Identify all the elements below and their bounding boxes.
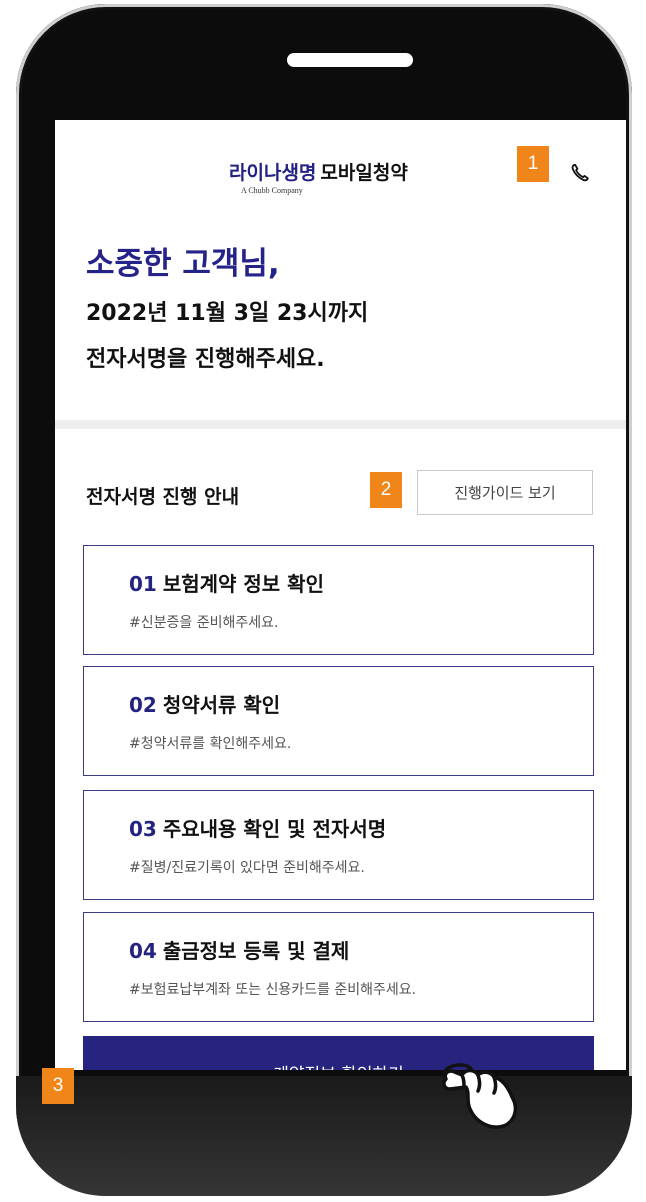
brand-name: 라이나생명 bbox=[229, 162, 317, 184]
step-number: 02 bbox=[129, 693, 157, 717]
step-note: #신분증을 준비해주세요. bbox=[129, 615, 279, 631]
step-label: 주요내용 확인 및 전자서명 bbox=[162, 817, 387, 841]
view-guide-button[interactable]: 진행가이드 보기 bbox=[417, 470, 593, 515]
app-title: 모바일청약 bbox=[320, 162, 408, 184]
greeting-title: 소중한 고객님, bbox=[86, 246, 280, 282]
step-note: #보험료납부계좌 또는 신용카드를 준비해주세요. bbox=[129, 982, 417, 998]
phone-bottom-bezel bbox=[16, 1076, 632, 1196]
greeting-section: 소중한 고객님, 2022년 11월 3일 23시까지 전자서명을 진행해주세요… bbox=[86, 244, 368, 374]
step-label: 보험계약 정보 확인 bbox=[162, 572, 324, 596]
app-logo: 라이나생명 모바일청약 A Chubb Company bbox=[229, 158, 459, 195]
step-label: 청약서류 확인 bbox=[162, 693, 281, 717]
step-card-2: 02 청약서류 확인 #청약서류를 확인해주세요. bbox=[83, 666, 594, 776]
app-screen: 라이나생명 모바일청약 A Chubb Company 소중한 고객님, 2022… bbox=[55, 120, 626, 1070]
guide-title: 전자서명 진행 안내 bbox=[86, 486, 240, 508]
annotation-marker-2: 2 bbox=[370, 472, 402, 508]
step-title: 04 출금정보 등록 및 결제 bbox=[129, 935, 349, 964]
brand-subtitle: A Chubb Company bbox=[241, 186, 303, 195]
pointer-hand-icon bbox=[442, 1063, 518, 1129]
phone-speaker bbox=[287, 53, 413, 67]
step-note: #질병/진료기록이 있다면 준비해주세요. bbox=[129, 860, 365, 876]
step-card-3: 03 주요내용 확인 및 전자서명 #질병/진료기록이 있다면 준비해주세요. bbox=[83, 790, 594, 900]
step-number: 03 bbox=[129, 817, 157, 841]
step-card-4: 04 출금정보 등록 및 결제 #보험료납부계좌 또는 신용카드를 준비해주세요. bbox=[83, 912, 594, 1022]
step-title: 01 보험계약 정보 확인 bbox=[129, 568, 324, 597]
step-number: 04 bbox=[129, 939, 157, 963]
step-card-1: 01 보험계약 정보 확인 #신분증을 준비해주세요. bbox=[83, 545, 594, 655]
greeting-deadline: 2022년 11월 3일 23시까지 bbox=[86, 301, 369, 326]
annotation-marker-1: 1 bbox=[517, 146, 549, 182]
step-label: 출금정보 등록 및 결제 bbox=[162, 939, 350, 963]
annotation-marker-3: 3 bbox=[42, 1068, 74, 1104]
phone-icon[interactable] bbox=[569, 162, 591, 184]
greeting-instruction: 전자서명을 진행해주세요. bbox=[86, 347, 325, 372]
section-divider bbox=[55, 420, 626, 429]
step-number: 01 bbox=[129, 572, 157, 596]
step-title: 03 주요내용 확인 및 전자서명 bbox=[129, 813, 386, 842]
step-title: 02 청약서류 확인 bbox=[129, 689, 280, 718]
step-note: #청약서류를 확인해주세요. bbox=[129, 736, 292, 752]
